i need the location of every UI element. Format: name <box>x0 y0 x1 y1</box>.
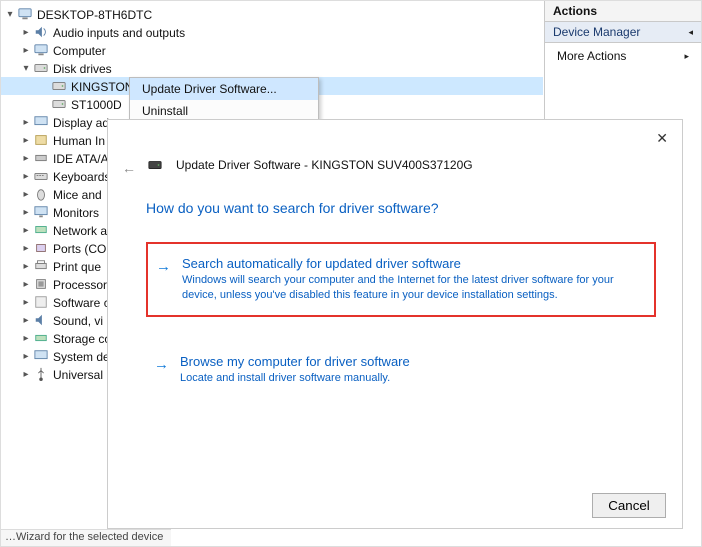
option-search-automatically[interactable]: → Search automatically for updated drive… <box>146 242 656 317</box>
tree-item-audio[interactable]: ▸ Audio inputs and outputs <box>1 23 543 41</box>
cpu-icon <box>33 276 49 292</box>
chevron-right-icon[interactable]: ▸ <box>19 261 33 272</box>
tree-item-label: Network a <box>53 223 107 238</box>
wizard-heading: How do you want to search for driver sof… <box>146 200 439 216</box>
arrow-right-icon: → <box>156 258 171 275</box>
option-title: Browse my computer for driver software <box>180 354 642 369</box>
chevron-right-icon: ▸ <box>684 51 689 62</box>
computer-icon <box>33 42 49 58</box>
tree-item-label: Software c <box>53 295 110 310</box>
chevron-right-icon[interactable]: ▸ <box>19 351 33 362</box>
option-title: Search automatically for updated driver … <box>182 256 640 271</box>
actions-more-actions[interactable]: More Actions ▸ <box>545 43 701 69</box>
chevron-right-icon[interactable]: ▸ <box>19 315 33 326</box>
printer-icon <box>33 258 49 274</box>
chevron-right-icon[interactable]: ▸ <box>19 153 33 164</box>
actions-pane: Actions Device Manager ◂ More Actions ▸ <box>544 1 701 121</box>
actions-section-device-manager[interactable]: Device Manager ◂ <box>545 22 701 43</box>
tree-item-label: ST1000D <box>71 97 122 112</box>
tree-item-label: Processor <box>53 277 107 292</box>
chevron-right-icon[interactable]: ▸ <box>19 117 33 128</box>
software-icon <box>33 294 49 310</box>
tree-item-label: IDE ATA/A <box>53 151 109 166</box>
ide-icon <box>33 150 49 166</box>
chevron-right-icon[interactable]: ▸ <box>19 45 33 56</box>
disk-icon <box>51 96 67 112</box>
option-browse-computer[interactable]: → Browse my computer for driver software… <box>146 342 656 398</box>
chevron-right-icon[interactable]: ▸ <box>19 243 33 254</box>
chevron-right-icon[interactable]: ▸ <box>19 369 33 380</box>
context-menu: Update Driver Software... Uninstall <box>129 77 319 123</box>
arrow-right-icon: → <box>154 356 169 373</box>
tree-item-label: Computer <box>53 43 106 58</box>
chevron-down-icon[interactable]: ▾ <box>3 9 17 20</box>
sound-icon <box>33 312 49 328</box>
monitor-icon <box>33 204 49 220</box>
tree-item-label: Ports (CO <box>53 241 106 256</box>
wizard-title: Update Driver Software - KINGSTON SUV400… <box>176 158 473 172</box>
status-bar: …Wizard for the selected device <box>1 529 171 546</box>
display-icon <box>33 114 49 130</box>
option-description: Windows will search your computer and th… <box>182 273 640 303</box>
audio-icon <box>33 24 49 40</box>
tree-item-computer[interactable]: ▸ Computer <box>1 41 543 59</box>
tree-item-label: Sound, vi <box>53 313 103 328</box>
collapse-icon: ◂ <box>688 27 693 38</box>
context-menu-item-label: Update Driver Software... <box>142 82 277 96</box>
update-driver-wizard: ✕ ← Update Driver Software - KINGSTON SU… <box>107 119 683 529</box>
tree-item-label: Human In <box>53 133 105 148</box>
option-description: Locate and install driver software manua… <box>180 371 642 386</box>
storage-icon <box>33 330 49 346</box>
tree-item-label: Audio inputs and outputs <box>53 25 185 40</box>
tree-item-label: Print que <box>53 259 101 274</box>
cancel-button[interactable]: Cancel <box>592 493 666 518</box>
chevron-right-icon[interactable]: ▸ <box>19 171 33 182</box>
tree-item-disk-drives[interactable]: ▾ Disk drives <box>1 59 543 77</box>
tree-item-label: System de <box>53 349 110 364</box>
disk-icon <box>146 156 164 174</box>
chevron-down-icon[interactable]: ▾ <box>19 63 33 74</box>
usb-icon <box>33 366 49 382</box>
computer-icon <box>17 6 33 22</box>
system-icon <box>33 348 49 364</box>
chevron-right-icon[interactable]: ▸ <box>19 225 33 236</box>
chevron-right-icon[interactable]: ▸ <box>19 27 33 38</box>
actions-more-label: More Actions <box>557 49 626 63</box>
actions-header: Actions <box>545 1 701 22</box>
chevron-right-icon[interactable]: ▸ <box>19 135 33 146</box>
actions-section-label: Device Manager <box>553 25 640 39</box>
disk-icon <box>33 60 49 76</box>
tree-item-label: Keyboards <box>53 169 110 184</box>
tree-item-label: Mice and <box>53 187 102 202</box>
network-icon <box>33 222 49 238</box>
context-menu-update-driver[interactable]: Update Driver Software... <box>130 78 318 100</box>
port-icon <box>33 240 49 256</box>
chevron-right-icon[interactable]: ▸ <box>19 333 33 344</box>
chevron-right-icon[interactable]: ▸ <box>19 279 33 290</box>
disk-icon <box>51 78 67 94</box>
context-menu-item-label: Uninstall <box>142 104 188 118</box>
keyboard-icon <box>33 168 49 184</box>
button-label: Cancel <box>608 498 650 513</box>
mouse-icon <box>33 186 49 202</box>
tree-item-label: Storage co <box>53 331 111 346</box>
tree-item-label: Universal <box>53 367 103 382</box>
hid-icon <box>33 132 49 148</box>
tree-item-label: Monitors <box>53 205 99 220</box>
chevron-right-icon[interactable]: ▸ <box>19 207 33 218</box>
chevron-right-icon[interactable]: ▸ <box>19 189 33 200</box>
tree-root-label: DESKTOP-8TH6DTC <box>37 7 152 22</box>
tree-root[interactable]: ▾ DESKTOP-8TH6DTC <box>1 5 543 23</box>
chevron-right-icon[interactable]: ▸ <box>19 297 33 308</box>
back-button[interactable]: ← <box>122 160 136 176</box>
close-button[interactable]: ✕ <box>656 130 668 147</box>
tree-item-label: Disk drives <box>53 61 112 76</box>
